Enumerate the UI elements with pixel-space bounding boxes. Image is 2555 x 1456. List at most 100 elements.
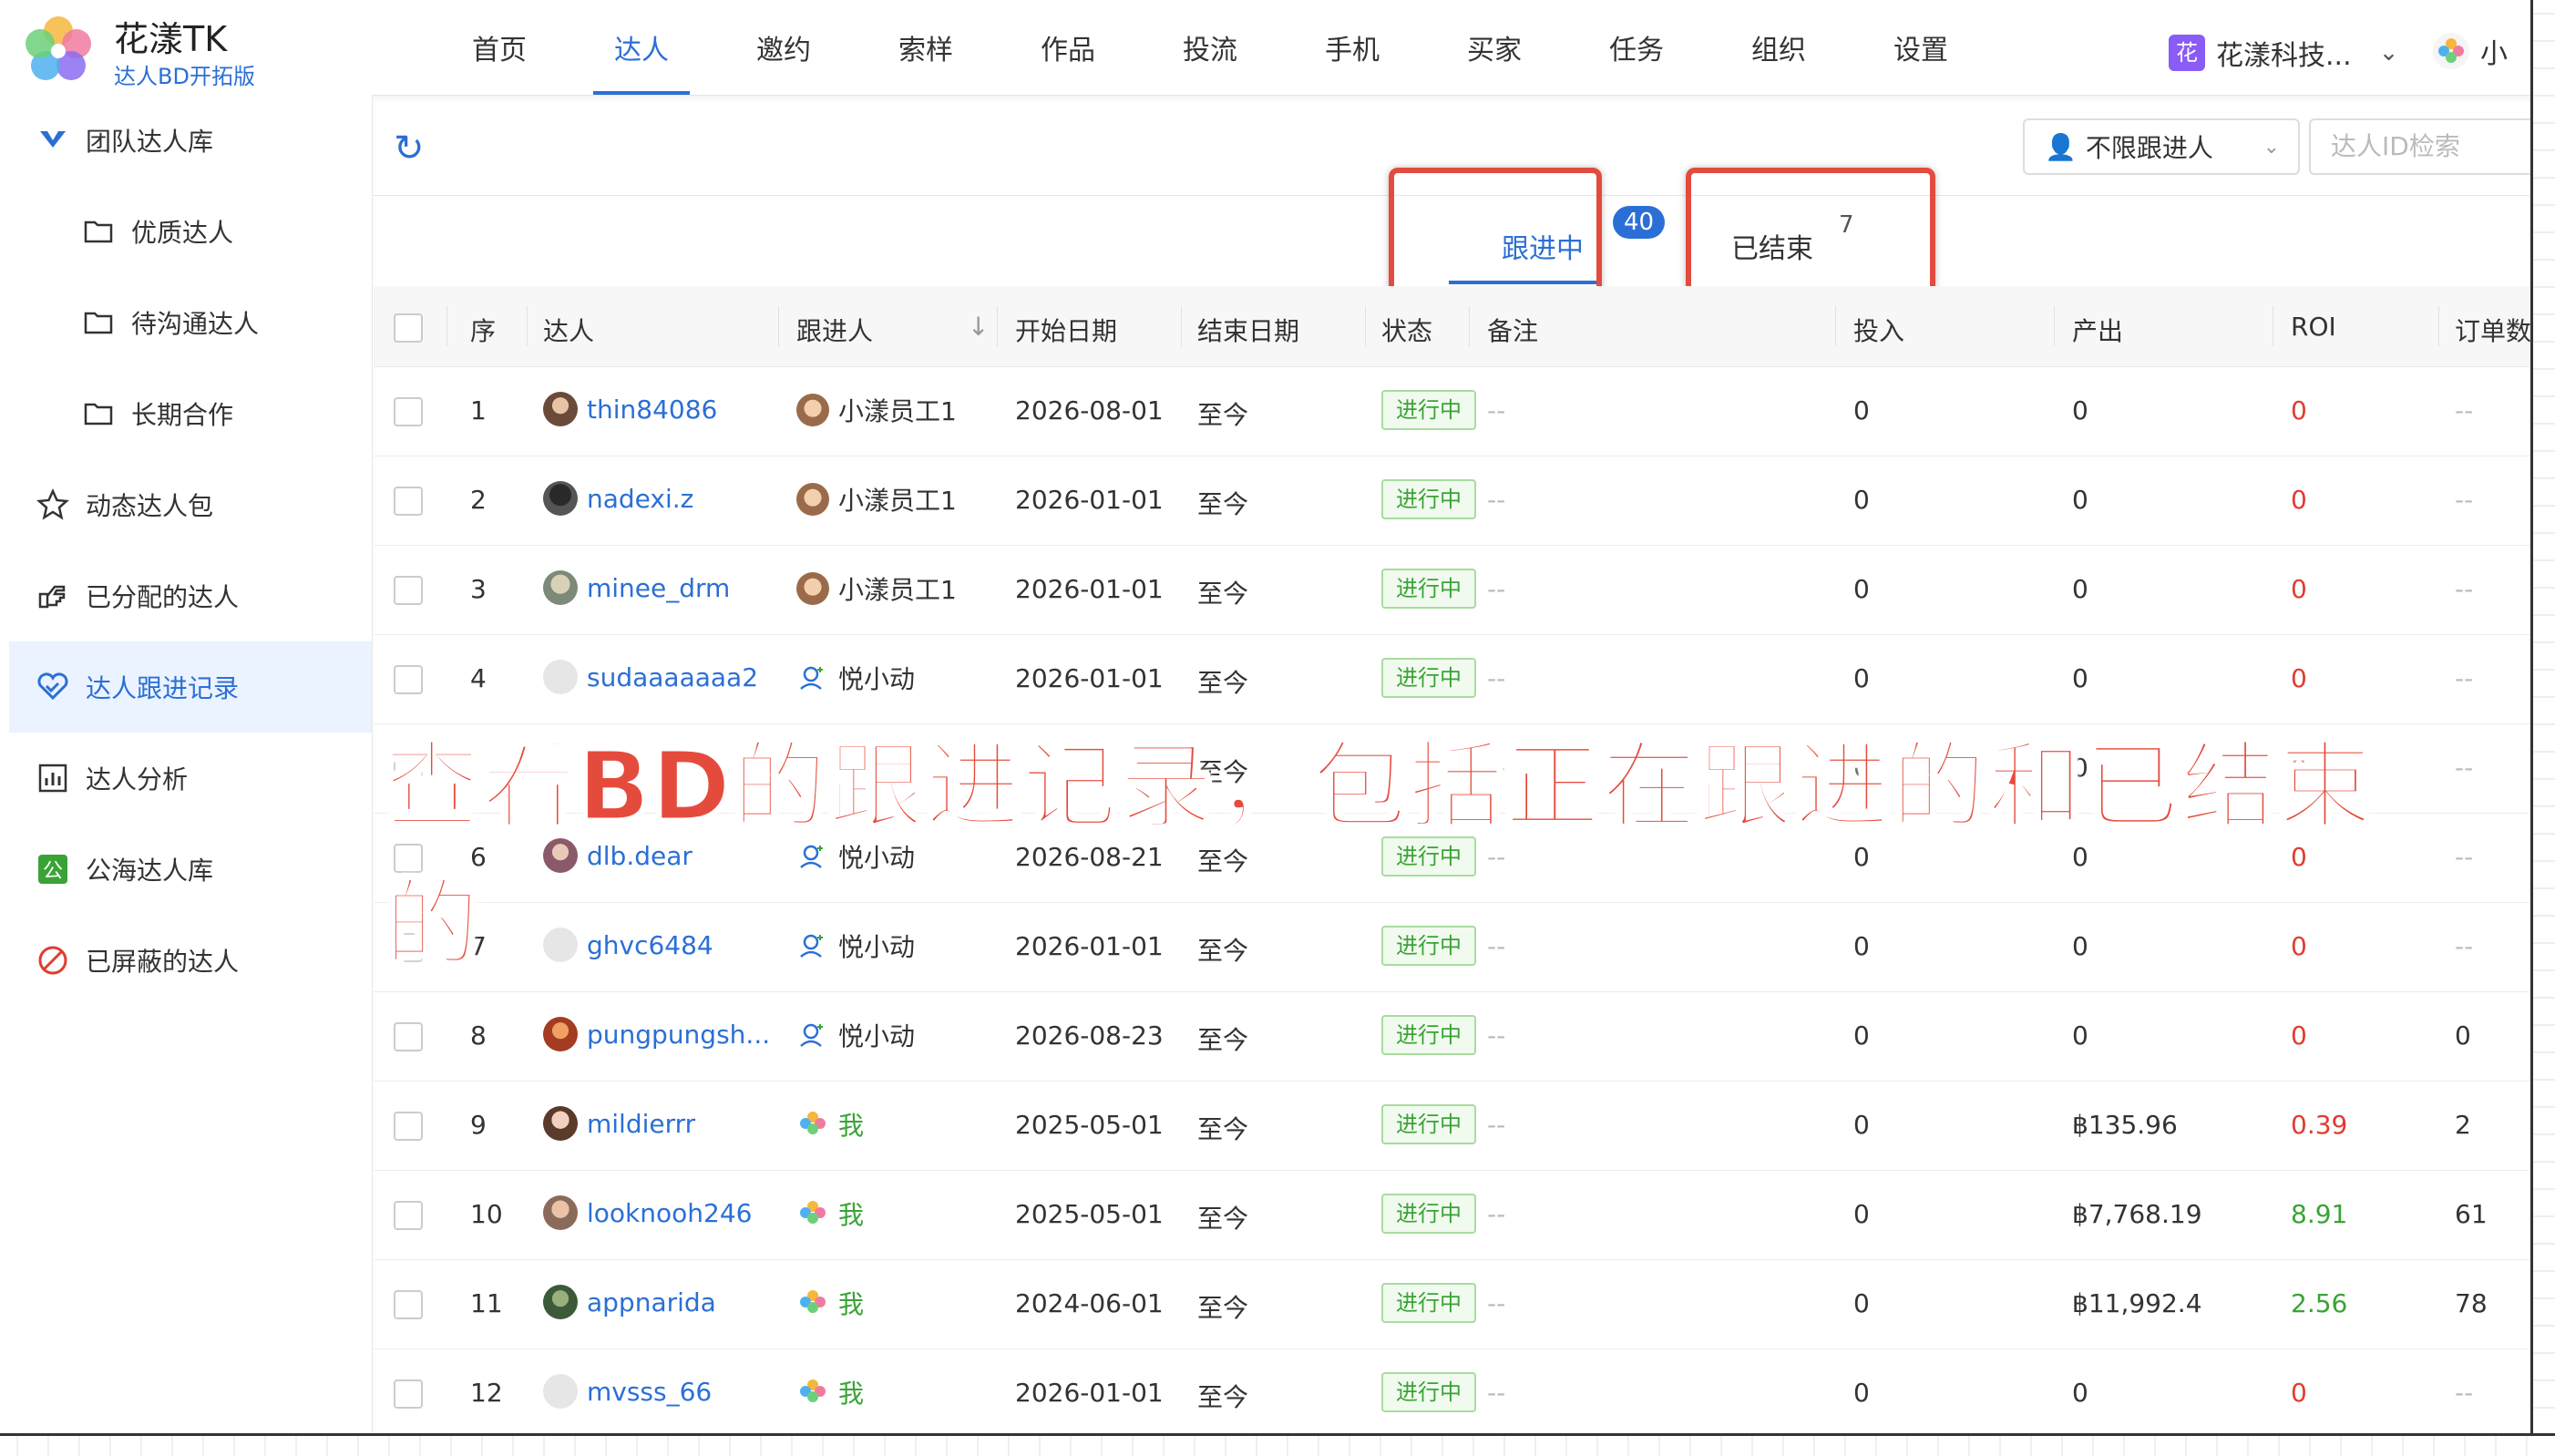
avatar: [796, 483, 829, 516]
creator-link[interactable]: pungpungsh...: [587, 1020, 770, 1050]
column-divider: [778, 306, 779, 346]
row-checkbox[interactable]: [394, 487, 423, 516]
table-row[interactable]: 7 ghvc6484 悦小动 2026-01-01 至今 进行中 -- 0 0 …: [374, 902, 2542, 992]
follower-cell: 小漾员工1: [796, 481, 957, 518]
nav-tasks[interactable]: 任务: [1565, 7, 1708, 95]
creator-link[interactable]: mildierrr: [587, 1109, 695, 1139]
creator-link[interactable]: thin84086: [587, 395, 717, 425]
nav-home[interactable]: 首页: [428, 7, 570, 95]
table-row[interactable]: 12 mvsss_66 我 2026-01-01 至今 进行中 -- 0 0 0…: [374, 1348, 2542, 1439]
table-row[interactable]: 1 thin84086 小漾员工1 2026-08-01 至今 进行中 -- 0…: [374, 366, 2542, 456]
sort-icon[interactable]: ↓: [968, 312, 989, 342]
user-menu[interactable]: 小: [2433, 31, 2508, 71]
orders-value: --: [2455, 395, 2474, 426]
flower-logo-icon: [800, 1112, 826, 1134]
sidebar-item-assigned[interactable]: 已分配的达人: [9, 550, 372, 641]
creator-cell[interactable]: appnarida: [543, 1285, 716, 1319]
row-checkbox[interactable]: [394, 397, 423, 426]
creator-link[interactable]: minee_drm: [587, 573, 730, 603]
row-checkbox[interactable]: [394, 576, 423, 605]
creator-cell[interactable]: pungpungsh...: [543, 1017, 770, 1051]
sidebar-item-follow-records[interactable]: 达人跟进记录: [9, 641, 372, 733]
creator-cell[interactable]: sudaaaaaaa2: [543, 660, 758, 694]
sidebar-item-label: 公海达人库: [86, 856, 214, 886]
status-badge: 进行中: [1381, 1372, 1476, 1412]
avatar: [543, 838, 578, 873]
input-value: 0: [1853, 931, 1870, 961]
orders-value: --: [2455, 753, 2474, 783]
sidebar-item-long-term[interactable]: 长期合作: [9, 368, 372, 459]
creator-link[interactable]: appnarida: [587, 1287, 716, 1318]
table-header: 序 达人 跟进人 ↓ 开始日期 结束日期 状态 备注 投入 产出 ROI 订单数: [374, 286, 2542, 367]
creator-cell[interactable]: mvsss_66: [543, 1374, 712, 1409]
table-row[interactable]: 10 looknooh246 我 2025-05-01 至今 进行中 -- 0 …: [374, 1170, 2542, 1260]
nav-buyers[interactable]: 买家: [1423, 7, 1565, 95]
creator-cell[interactable]: dlb.dear: [543, 838, 693, 873]
table-row[interactable]: 8 pungpungsh... 悦小动 2026-08-23 至今 进行中 --…: [374, 991, 2542, 1082]
creator-cell[interactable]: minee_drm: [543, 570, 730, 605]
creator-cell[interactable]: mildierrr: [543, 1106, 695, 1141]
follower-name: 我: [838, 1111, 865, 1141]
torn-edge-right: [2530, 0, 2555, 1456]
overlay-caption: 查看BD的跟进记录，包括正在跟进的和已结束的: [384, 730, 2375, 981]
input-value: 0: [1853, 663, 1870, 693]
column-divider: [446, 306, 447, 346]
row-checkbox[interactable]: [394, 1290, 423, 1319]
highlight-box-in-progress: [1389, 168, 1602, 301]
table-row[interactable]: 11 appnarida 我 2024-06-01 至今 进行中 -- 0 ฿1…: [374, 1259, 2542, 1349]
refresh-icon[interactable]: ↻: [394, 128, 425, 169]
follower-name: 我: [838, 1379, 865, 1409]
nav-organization[interactable]: 组织: [1708, 7, 1850, 95]
creator-link[interactable]: sudaaaaaaa2: [587, 662, 758, 692]
nav-settings[interactable]: 设置: [1850, 7, 1992, 95]
end-date: 至今: [1197, 936, 1249, 966]
creator-link[interactable]: dlb.dear: [587, 841, 693, 871]
sidebar-item-public-pool[interactable]: 公 公海达人库: [9, 824, 372, 915]
sidebar-item-quality[interactable]: 优质达人: [9, 186, 372, 277]
row-checkbox[interactable]: [394, 1379, 423, 1409]
output-value: 0: [2072, 1378, 2088, 1408]
table-row[interactable]: 3 minee_drm 小漾员工1 2026-01-01 至今 进行中 -- 0…: [374, 545, 2542, 635]
column-divider: [997, 306, 998, 346]
table-row[interactable]: 9 mildierrr 我 2025-05-01 至今 进行中 -- 0 ฿13…: [374, 1081, 2542, 1171]
note: --: [1487, 485, 1506, 515]
creator-link[interactable]: nadexi.z: [587, 484, 693, 514]
select-all-checkbox[interactable]: [394, 313, 423, 343]
creator-cell[interactable]: thin84086: [543, 392, 717, 426]
sidebar-item-analysis[interactable]: 达人分析: [9, 733, 372, 824]
nav-invite[interactable]: 邀约: [713, 7, 855, 95]
nav-creators[interactable]: 达人: [570, 7, 713, 95]
roi-value: 2.56: [2291, 1288, 2348, 1318]
creator-cell[interactable]: ghvc6484: [543, 928, 713, 962]
follower-filter-select[interactable]: 👤 不限跟进人 ⌄: [2023, 118, 2300, 175]
nav-ads[interactable]: 投流: [1139, 7, 1281, 95]
org-switcher[interactable]: 花 花漾科技... ⌄: [2169, 33, 2398, 73]
sidebar-item-team-library[interactable]: 团队达人库: [9, 95, 372, 186]
note: --: [1487, 663, 1506, 693]
row-checkbox[interactable]: [394, 1112, 423, 1141]
creator-link[interactable]: ghvc6484: [587, 930, 713, 960]
sidebar-item-label: 待沟通达人: [131, 309, 260, 339]
start-date: 2026-08-01: [1015, 395, 1164, 426]
sidebar-item-blocked[interactable]: 已屏蔽的达人: [9, 915, 372, 1006]
nav-works[interactable]: 作品: [997, 7, 1139, 95]
nav-phones[interactable]: 手机: [1281, 7, 1423, 95]
row-checkbox[interactable]: [394, 1201, 423, 1230]
search-input[interactable]: [2329, 120, 2542, 171]
header-roi: ROI: [2291, 312, 2336, 342]
torn-edge-bottom: [0, 1433, 2555, 1456]
creator-link[interactable]: looknooh246: [587, 1198, 752, 1228]
row-checkbox[interactable]: [394, 665, 423, 694]
nav-samples[interactable]: 索样: [855, 7, 997, 95]
sidebar-item-dynamic-pack[interactable]: 动态达人包: [9, 459, 372, 550]
row-checkbox[interactable]: [394, 1022, 423, 1051]
creator-link[interactable]: mvsss_66: [587, 1377, 712, 1407]
note: --: [1487, 1110, 1506, 1140]
sidebar-item-pending[interactable]: 待沟通达人: [9, 277, 372, 368]
creator-cell[interactable]: looknooh246: [543, 1195, 752, 1230]
follower-name: 我: [838, 1200, 865, 1230]
creator-cell[interactable]: nadexi.z: [543, 481, 693, 516]
follower-name: 悦小动: [838, 843, 916, 873]
roi-value: 0: [2291, 485, 2307, 515]
table-row[interactable]: 2 nadexi.z 小漾员工1 2026-01-01 至今 进行中 -- 0 …: [374, 456, 2542, 546]
